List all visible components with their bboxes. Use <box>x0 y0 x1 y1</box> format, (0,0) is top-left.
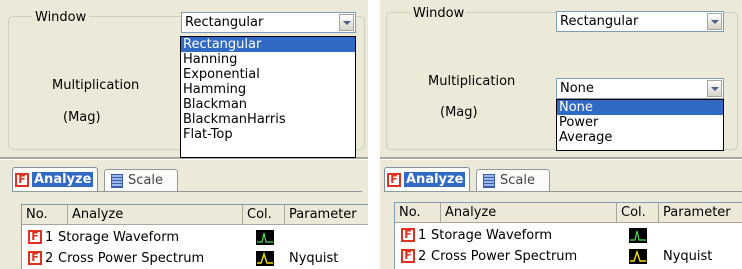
row-number: 2 <box>45 251 54 266</box>
scale-icon <box>483 173 495 188</box>
tab-scale[interactable]: Scale <box>476 169 550 191</box>
row-analyze: Storage Waveform <box>431 228 552 243</box>
chevron-down-icon[interactable] <box>707 80 722 97</box>
multiplication-label: Multiplication <box>52 78 140 93</box>
chevron-down-icon[interactable] <box>339 14 354 31</box>
window-dropdown-list: Rectangular Hanning Exponential Hamming … <box>180 36 356 158</box>
f-icon: F <box>28 251 42 265</box>
f-icon: F <box>28 230 42 244</box>
separator <box>380 157 742 160</box>
scale-icon <box>111 173 123 188</box>
column-header-col[interactable]: Col. <box>243 205 285 225</box>
column-header-no[interactable]: No. <box>22 205 68 225</box>
mag-label: (Mag) <box>440 105 478 120</box>
row-analyze: Cross Power Spectrum <box>58 251 205 266</box>
waveform-icon <box>629 228 647 243</box>
row-analyze: Cross Power Spectrum <box>431 249 578 264</box>
f-icon: F <box>15 172 29 187</box>
f-icon: F <box>387 172 401 187</box>
tab-scale-label: Scale <box>128 173 163 188</box>
column-header-parameter[interactable]: Parameter <box>659 203 742 223</box>
tab-scale[interactable]: Scale <box>104 169 178 191</box>
window-combobox[interactable]: Rectangular <box>556 11 724 32</box>
tab-analyze-label: Analyze <box>404 172 466 187</box>
right-settings-panel: Window Rectangular Multiplication (Mag) … <box>380 0 742 269</box>
tab-analyze[interactable]: F Analyze <box>12 167 98 191</box>
window-combobox-value: Rectangular <box>560 14 639 29</box>
row-parameter: Nyquist <box>289 251 339 266</box>
row-number: 1 <box>418 228 427 243</box>
multiplication-option-average[interactable]: Average <box>557 130 723 145</box>
column-header-analyze[interactable]: Analyze <box>68 205 243 225</box>
chevron-down-icon[interactable] <box>707 13 722 30</box>
analyze-table[interactable]: No. Analyze Col. Parameter F 1 Storage W… <box>21 204 368 269</box>
column-header-analyze[interactable]: Analyze <box>441 203 617 223</box>
column-header-col[interactable]: Col. <box>617 203 659 223</box>
window-combobox-value: Rectangular <box>185 15 264 30</box>
row-analyze: Storage Waveform <box>58 230 179 245</box>
window-option-exponential[interactable]: Exponential <box>181 67 355 82</box>
tab-analyze[interactable]: F Analyze <box>384 167 470 191</box>
window-option-hanning[interactable]: Hanning <box>181 52 355 67</box>
table-row[interactable]: F 1 Storage Waveform <box>22 228 368 247</box>
row-number: 2 <box>418 249 427 264</box>
f-icon: F <box>401 249 415 263</box>
multiplication-combobox[interactable]: None <box>556 78 724 99</box>
mag-label: (Mag) <box>63 110 101 125</box>
tab-analyze-label: Analyze <box>32 172 94 187</box>
f-icon: F <box>401 228 415 242</box>
left-settings-panel: Window Rectangular Rectangular Hanning E… <box>0 0 368 269</box>
row-parameter: Nyquist <box>663 249 713 264</box>
window-option-blackman[interactable]: Blackman <box>181 97 355 112</box>
multiplication-option-none[interactable]: None <box>557 100 723 115</box>
window-combobox[interactable]: Rectangular <box>181 12 356 33</box>
waveform-icon <box>629 249 647 264</box>
table-row[interactable]: F 2 Cross Power Spectrum Nyquist <box>22 249 368 268</box>
window-label: Window <box>410 6 468 21</box>
waveform-icon <box>256 251 274 266</box>
tab-scale-label: Scale <box>500 173 535 188</box>
multiplication-option-power[interactable]: Power <box>557 115 723 130</box>
window-option-rectangular[interactable]: Rectangular <box>181 37 355 52</box>
window-option-hamming[interactable]: Hamming <box>181 82 355 97</box>
column-header-no[interactable]: No. <box>395 203 441 223</box>
table-row[interactable]: F 1 Storage Waveform <box>395 226 742 245</box>
window-option-blackmanharris[interactable]: BlackmanHarris <box>181 112 355 127</box>
multiplication-combobox-value: None <box>560 81 594 96</box>
window-option-flat-top[interactable]: Flat-Top <box>181 127 355 142</box>
window-label: Window <box>32 10 90 25</box>
analyze-table[interactable]: No. Analyze Col. Parameter F 1 Storage W… <box>394 202 742 269</box>
table-row[interactable]: F 2 Cross Power Spectrum Nyquist <box>395 247 742 266</box>
multiplication-dropdown-list: None Power Average <box>556 99 724 151</box>
multiplication-label: Multiplication <box>428 74 516 89</box>
waveform-icon <box>256 230 274 245</box>
column-header-parameter[interactable]: Parameter <box>285 205 368 225</box>
row-number: 1 <box>45 230 54 245</box>
